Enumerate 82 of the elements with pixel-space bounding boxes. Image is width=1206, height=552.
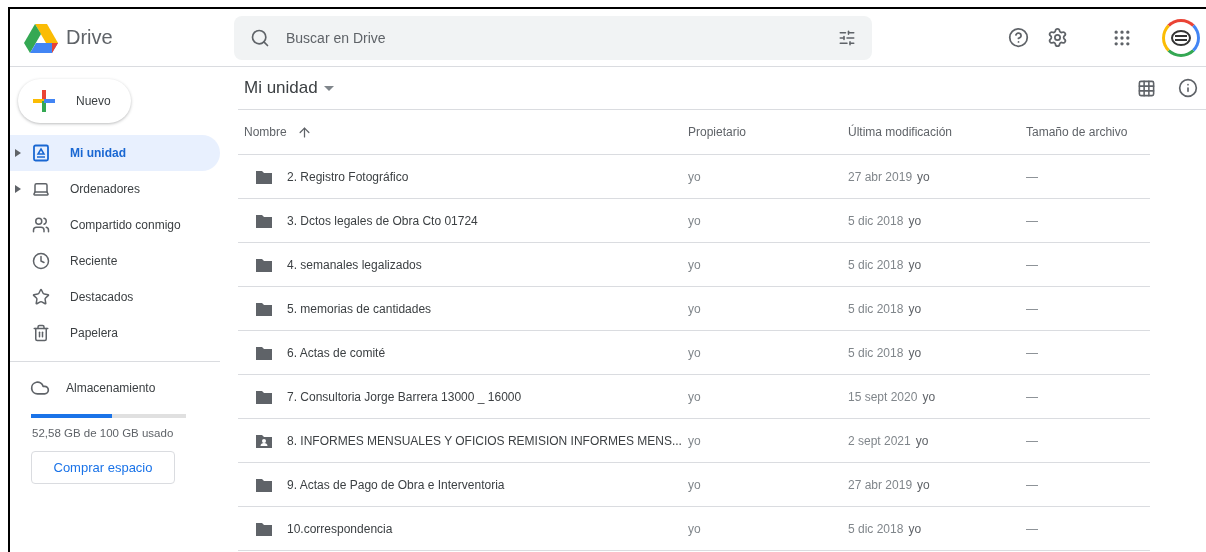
modified-by: yo: [908, 301, 922, 316]
size-cell: —: [1026, 345, 1038, 360]
sidebar-item[interactable]: Destacados: [10, 279, 220, 315]
modified-date: 27 abr 2019: [848, 477, 913, 492]
file-name[interactable]: 2. Registro Fotográfico: [287, 169, 409, 184]
folder-title[interactable]: Mi unidad: [238, 78, 334, 98]
modified-date: 15 sept 2020: [848, 389, 918, 404]
file-name[interactable]: 5. memorias de cantidades: [287, 301, 432, 316]
size-cell: —: [1026, 433, 1038, 448]
file-name[interactable]: 9. Actas de Pago de Obra e Interventoria: [287, 477, 505, 492]
owner-cell: yo: [688, 169, 701, 184]
storage-label: Almacenamiento: [66, 381, 156, 395]
search-icon[interactable]: [250, 27, 270, 48]
owner-cell: yo: [688, 345, 701, 360]
owner-cell: yo: [688, 213, 701, 228]
modified-by: yo: [917, 477, 930, 492]
search-input[interactable]: Buscar en Drive: [284, 28, 824, 47]
help-button[interactable]: [1008, 27, 1029, 48]
trash-icon: [32, 324, 50, 342]
sidebar-item[interactable]: Papelera: [10, 315, 220, 351]
owner-cell: yo: [688, 433, 701, 448]
modified-by: yo: [908, 257, 922, 272]
storage-usage: 52,58 GB de 100 GB usado: [32, 427, 175, 439]
modified-date: 5 dic 2018: [848, 213, 904, 228]
sidebar-item[interactable]: Mi unidad: [10, 135, 220, 171]
dropdown-caret-icon[interactable]: [323, 85, 334, 91]
file-name[interactable]: 10.correspondencia: [287, 521, 393, 536]
owner-cell: yo: [688, 389, 701, 404]
sidebar-item[interactable]: Compartido conmigo: [10, 207, 220, 243]
size-cell: —: [1026, 477, 1038, 492]
modified-date: 5 dic 2018: [848, 521, 904, 536]
buy-storage-button[interactable]: Comprar espacio: [31, 451, 175, 484]
size-cell: —: [1026, 521, 1038, 536]
search-field[interactable]: Buscar en Drive: [234, 15, 872, 60]
modified-date: 2 sept 2021: [848, 433, 911, 448]
computers-icon: [32, 180, 50, 198]
modified-by: yo: [915, 433, 929, 448]
modified-date: 5 dic 2018: [848, 345, 904, 360]
cloud-icon: [30, 378, 50, 398]
size-cell: —: [1026, 169, 1038, 184]
file-name[interactable]: 8. INFORMES MENSUALES Y OFICIOS REMISION INFORMES MENS...: [287, 433, 682, 448]
size-cell: —: [1026, 213, 1038, 228]
owner-cell: yo: [688, 521, 701, 536]
column-header[interactable]: Propietario: [688, 125, 747, 139]
modified-date: 27 abr 2019: [848, 169, 913, 184]
people-icon: [32, 216, 50, 234]
info-button[interactable]: [1178, 78, 1198, 98]
file-name[interactable]: 3. Dctos legales de Obra Cto 01724: [287, 213, 478, 228]
clock-icon: [32, 252, 50, 270]
modified-date: 5 dic 2018: [848, 301, 904, 316]
app-name: Drive: [66, 26, 113, 49]
sidebar-item[interactable]: Ordenadores: [10, 171, 220, 207]
plus-icon: [32, 89, 56, 113]
modified-by: yo: [922, 389, 936, 404]
size-cell: —: [1026, 389, 1038, 404]
grid-view-button[interactable]: [1137, 78, 1156, 98]
column-header[interactable]: Nombre: [244, 125, 287, 139]
size-cell: —: [1026, 257, 1038, 272]
modified-date: 5 dic 2018: [848, 257, 904, 272]
avatar[interactable]: [1162, 18, 1200, 57]
owner-cell: yo: [688, 301, 701, 316]
drive-icon: [32, 144, 50, 162]
file-name[interactable]: 6. Actas de comité: [287, 345, 386, 360]
modified-by: yo: [908, 213, 922, 228]
column-header[interactable]: Última modificación: [848, 125, 953, 139]
owner-cell: yo: [688, 477, 701, 492]
file-name[interactable]: 7. Consultoria Jorge Barrera 13000 _ 16000: [287, 389, 522, 404]
expand-arrow-icon[interactable]: [15, 185, 21, 193]
owner-cell: yo: [688, 257, 701, 272]
expand-arrow-icon[interactable]: [15, 149, 21, 157]
filter-icon[interactable]: [838, 28, 856, 47]
modified-by: yo: [908, 345, 922, 360]
drive-logo-icon: [24, 22, 58, 53]
column-header[interactable]: Tamaño de archivo: [1026, 125, 1128, 139]
sidebar-item[interactable]: Reciente: [10, 243, 220, 279]
modified-by: yo: [917, 169, 930, 184]
star-icon: [32, 288, 50, 306]
modified-by: yo: [908, 521, 922, 536]
settings-button[interactable]: [1047, 27, 1068, 48]
size-cell: —: [1026, 301, 1038, 316]
file-name[interactable]: 4. semanales legalizados: [287, 257, 422, 272]
new-button[interactable]: Nuevo: [18, 79, 131, 123]
